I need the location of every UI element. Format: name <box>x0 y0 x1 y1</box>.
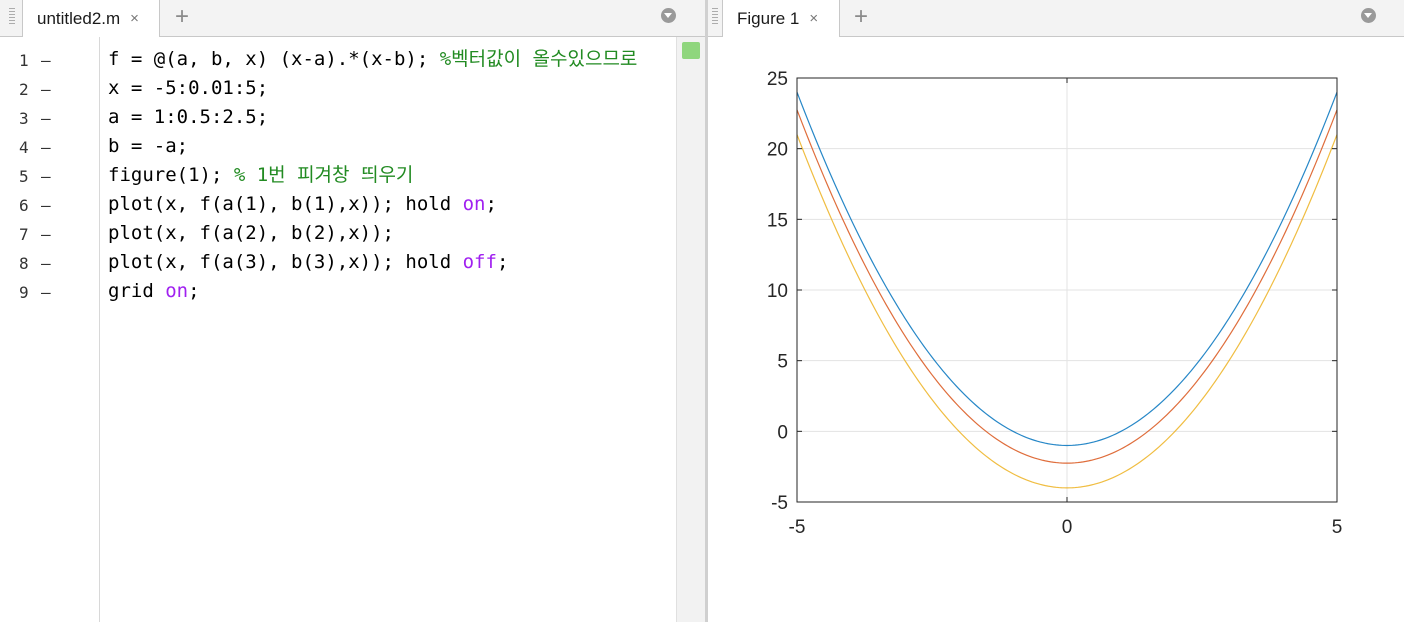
code-keyword: off <box>462 251 497 273</box>
add-tab-icon[interactable]: + <box>854 4 868 30</box>
line-plot: -5 0 5 10 15 20 25 -5 0 5 <box>767 69 1343 538</box>
code-text: ; <box>188 280 200 302</box>
code-line[interactable]: a = 1:0.5:2.5; <box>108 103 268 132</box>
code-text: figure(1); <box>108 164 234 186</box>
y-tick-label: 5 <box>777 352 788 373</box>
code-text: ; <box>496 251 509 273</box>
line-number[interactable]: 5– <box>0 161 99 190</box>
dropdown-circle-icon[interactable] <box>661 8 676 23</box>
line-number-text: 4 <box>19 138 29 157</box>
drag-grip-icon[interactable] <box>9 8 15 26</box>
breakpoint-marker[interactable]: – <box>41 51 51 70</box>
dropdown-circle-icon[interactable] <box>1361 8 1376 23</box>
line-number-text: 3 <box>19 109 29 128</box>
tab-label: untitled2.m <box>37 8 121 28</box>
breakpoint-marker[interactable]: – <box>41 196 51 215</box>
code-line[interactable]: figure(1); % 1번 피겨창 띄우기 <box>108 161 413 190</box>
add-tab-icon[interactable]: + <box>175 4 189 30</box>
breakpoint-marker[interactable]: – <box>41 254 51 273</box>
line-number[interactable]: 4– <box>0 132 99 161</box>
editor-pane: untitled2.m × + 1–2–3–4–5–6–7–8–9– f = @… <box>0 0 705 622</box>
code-line[interactable]: plot(x, f(a(1), b(1),x)); hold on; <box>108 190 497 219</box>
code-text: plot(x, f(a(3), b(3),x)); hold <box>108 251 463 273</box>
code-text: ; <box>485 193 497 215</box>
code-comment: %벡터값이 올수있으므로 <box>439 48 638 70</box>
code-editor[interactable]: f = @(a, b, x) (x-a).*(x-b); %벡터값이 올수있으므… <box>100 37 677 622</box>
tab-untitled2[interactable]: untitled2.m × <box>22 0 160 37</box>
line-number-text: 8 <box>19 254 29 273</box>
editor-scroll-strip[interactable] <box>676 37 705 622</box>
code-line[interactable]: f = @(a, b, x) (x-a).*(x-b); %벡터값이 올수있으므… <box>108 45 637 74</box>
breakpoint-marker[interactable]: – <box>41 80 51 99</box>
y-tick-label: 10 <box>767 281 788 302</box>
tab-label: Figure 1 <box>737 8 800 28</box>
close-tab-icon[interactable]: × <box>130 10 139 27</box>
line-number-text: 2 <box>19 80 29 99</box>
line-number-text: 6 <box>19 196 29 215</box>
drag-grip-icon[interactable] <box>712 8 718 26</box>
line-number[interactable]: 8– <box>0 248 99 277</box>
code-comment: % 1번 피겨창 띄우기 <box>233 164 414 186</box>
code-line[interactable]: grid on; <box>108 277 200 306</box>
code-line[interactable]: plot(x, f(a(2), b(2),x)); <box>108 219 394 248</box>
y-tick-label: 20 <box>767 140 788 161</box>
line-number-gutter: 1–2–3–4–5–6–7–8–9– <box>0 37 100 622</box>
code-line[interactable]: plot(x, f(a(3), b(3),x)); hold off; <box>108 248 508 277</box>
figure-tab-bar: Figure 1 × + <box>708 0 1404 37</box>
y-tick-label: 15 <box>767 210 788 231</box>
editor-tab-bar: untitled2.m × + <box>0 0 705 37</box>
code-text: plot(x, f(a(1), b(1),x)); hold <box>108 193 463 215</box>
line-number[interactable]: 9– <box>0 277 99 306</box>
tab-figure-1[interactable]: Figure 1 × <box>722 0 840 37</box>
line-number[interactable]: 2– <box>0 74 99 103</box>
line-number-text: 7 <box>19 225 29 244</box>
line-number[interactable]: 6– <box>0 190 99 219</box>
line-number-text: 9 <box>19 283 29 302</box>
code-keyword: on <box>165 280 189 302</box>
code-keyword: on <box>462 193 486 215</box>
line-number[interactable]: 7– <box>0 219 99 248</box>
code-text: b = -a; <box>108 135 189 157</box>
code-line[interactable]: b = -a; <box>108 132 188 161</box>
code-text: grid <box>108 280 166 302</box>
figure-pane: Figure 1 × + -5 0 5 10 15 20 25 -5 0 5 <box>708 0 1404 622</box>
y-tick-label: -5 <box>771 493 788 514</box>
x-tick-label: 5 <box>1332 517 1343 538</box>
x-tick-label: 0 <box>1062 517 1073 538</box>
line-number-text: 5 <box>19 167 29 186</box>
code-line[interactable]: x = -5:0.01:5; <box>108 74 268 103</box>
x-tick-label: -5 <box>789 517 806 538</box>
y-tick-label: 25 <box>767 69 788 90</box>
close-tab-icon[interactable]: × <box>809 10 818 27</box>
breakpoint-marker[interactable]: – <box>41 167 51 186</box>
line-number[interactable]: 1– <box>0 45 99 74</box>
line-number[interactable]: 3– <box>0 103 99 132</box>
code-analyzer-status-icon[interactable] <box>682 42 700 59</box>
breakpoint-marker[interactable]: – <box>41 283 51 302</box>
code-text: f = @(a, b, x) (x-a).*(x-b); <box>108 48 440 70</box>
figure-canvas: -5 0 5 10 15 20 25 -5 0 5 <box>708 37 1404 622</box>
code-text: x = -5:0.01:5; <box>108 77 269 99</box>
breakpoint-marker[interactable]: – <box>41 109 51 128</box>
code-text: a = 1:0.5:2.5; <box>108 106 269 128</box>
breakpoint-marker[interactable]: – <box>41 225 51 244</box>
y-tick-label: 0 <box>777 422 788 443</box>
line-number-text: 1 <box>19 51 29 70</box>
breakpoint-marker[interactable]: – <box>41 138 51 157</box>
code-text: plot(x, f(a(2), b(2),x)); <box>108 222 394 244</box>
